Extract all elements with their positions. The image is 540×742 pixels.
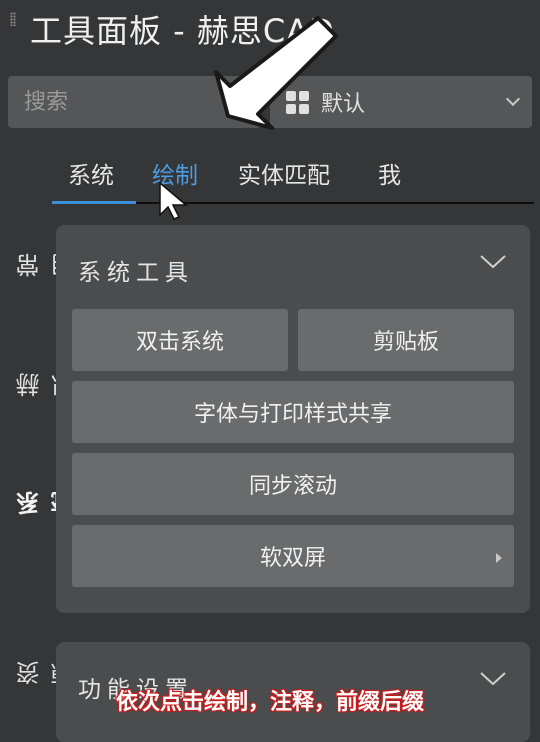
instruction-caption: 依次点击绘制，注释，前缀后缀 bbox=[115, 690, 424, 715]
tab-entity-match[interactable]: 实体匹配 bbox=[238, 156, 330, 190]
sync-scroll-button[interactable]: 同步滚动 bbox=[72, 453, 514, 515]
tab-label: 绘制 bbox=[152, 163, 198, 189]
grid-icon bbox=[286, 90, 309, 114]
side-tab-common[interactable]: 常用 bbox=[12, 247, 79, 277]
side-tab-system-tools[interactable]: 系统工具 bbox=[12, 485, 149, 515]
top-tabs: 系统 绘制 实体匹配 我 bbox=[52, 150, 534, 204]
system-tools-panel: 系统工具 双击系统 剪贴板 字体与打印样式共享 同步滚动 软双屏 bbox=[56, 225, 530, 613]
side-tab-hesi[interactable]: 赫思 bbox=[12, 367, 79, 397]
submenu-arrow-icon bbox=[496, 553, 502, 563]
drag-grip-icon[interactable] bbox=[10, 12, 16, 26]
tab-system[interactable]: 系统 bbox=[68, 156, 114, 190]
side-tab-resources[interactable]: 资源 bbox=[12, 655, 79, 685]
tab-draw[interactable]: 绘制 bbox=[152, 156, 198, 190]
soft-dual-screen-button[interactable]: 软双屏 bbox=[72, 525, 514, 587]
panel-title: 系统工具 bbox=[78, 260, 194, 286]
search-box[interactable] bbox=[8, 76, 260, 128]
tab-me[interactable]: 我 bbox=[378, 156, 401, 190]
preset-select[interactable]: 默认 bbox=[270, 76, 532, 128]
tab-label: 系统 bbox=[68, 163, 114, 189]
clipboard-button[interactable]: 剪贴板 bbox=[298, 309, 514, 371]
collapse-chevron-icon[interactable] bbox=[480, 255, 506, 269]
search-input[interactable] bbox=[22, 88, 246, 116]
active-tab-indicator bbox=[52, 201, 136, 204]
tab-label: 实体匹配 bbox=[238, 163, 330, 189]
preset-select-value: 默认 bbox=[321, 92, 366, 117]
button-label: 软双屏 bbox=[259, 546, 326, 571]
font-print-style-share-button[interactable]: 字体与打印样式共享 bbox=[72, 381, 514, 443]
window-title: 工具面板 - 赫思CAD bbox=[30, 12, 335, 50]
chevron-down-icon bbox=[505, 91, 521, 107]
tab-label: 我 bbox=[378, 163, 401, 189]
double-click-system-button[interactable]: 双击系统 bbox=[72, 309, 288, 371]
